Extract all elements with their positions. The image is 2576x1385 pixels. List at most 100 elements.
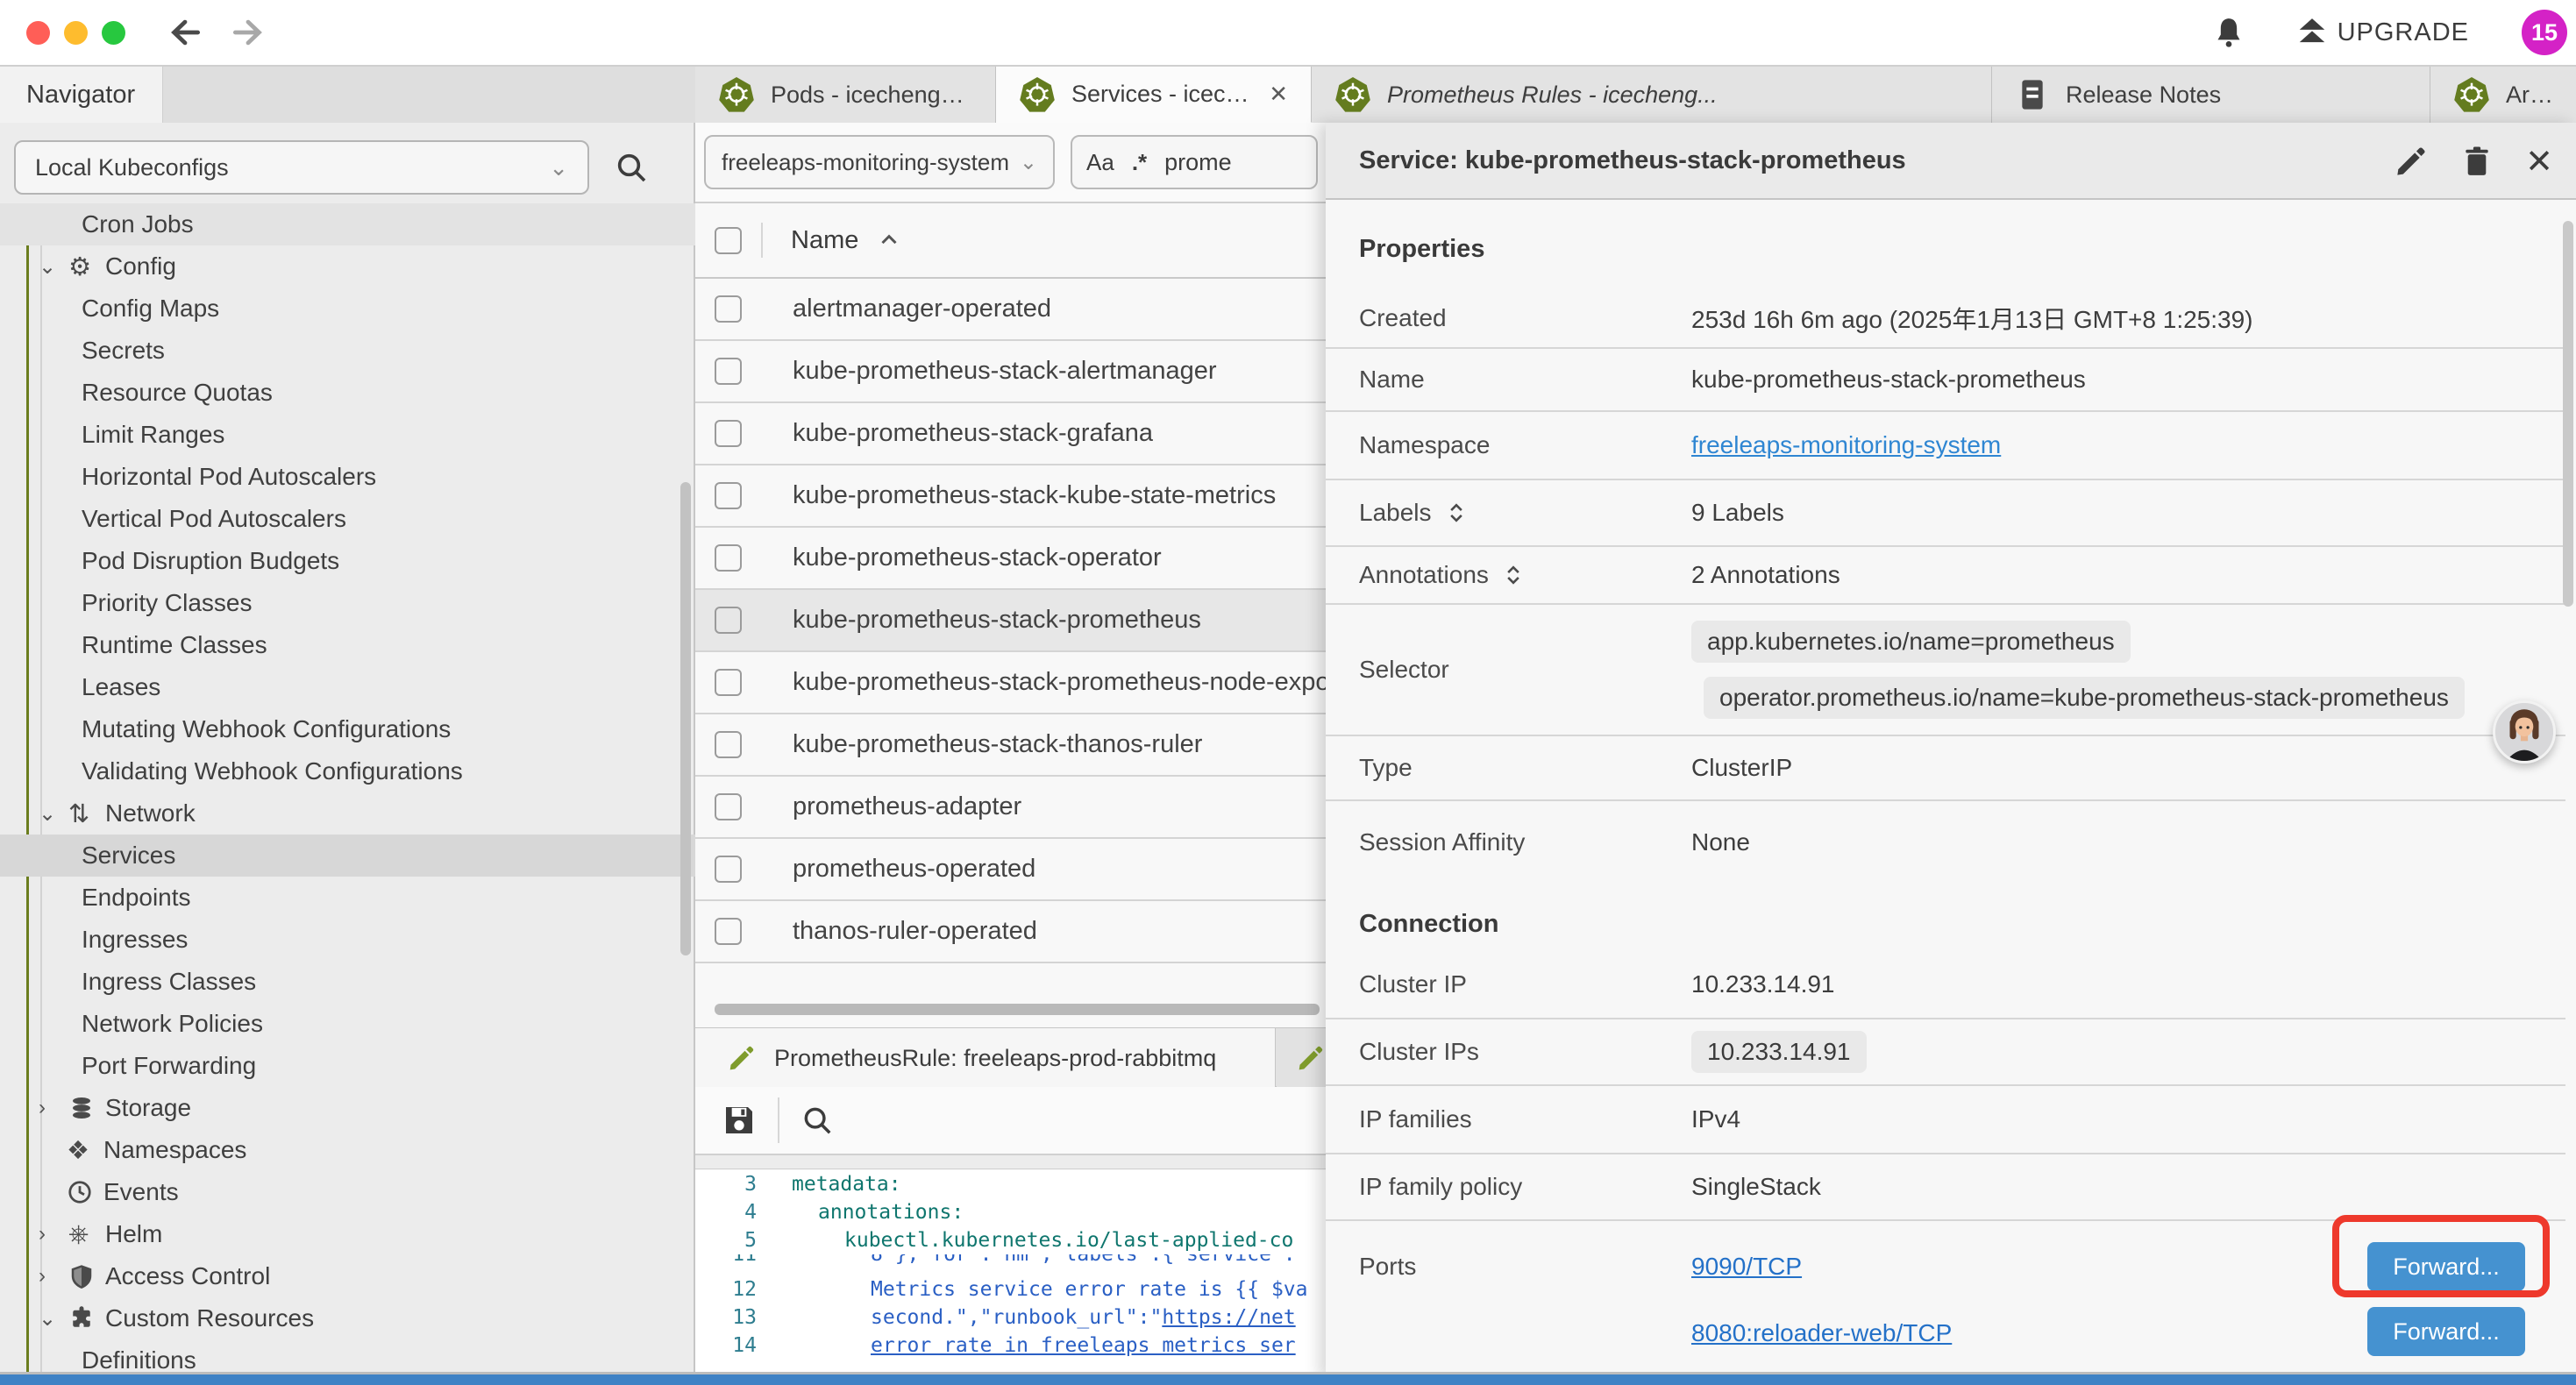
- table-row[interactable]: kube-prometheus-stack-thanos-ruler: [695, 714, 1326, 777]
- forward-port-8080-button[interactable]: Forward...: [2367, 1307, 2525, 1356]
- tab-release-notes[interactable]: Release Notes: [1992, 67, 2430, 123]
- row-checkbox[interactable]: [715, 731, 742, 758]
- port-8080-link[interactable]: 8080:reloader-web/TCP: [1691, 1319, 1952, 1347]
- sidebar-item-config-maps[interactable]: Config Maps: [0, 288, 695, 330]
- namespace-selector[interactable]: freeleaps-monitoring-system ⌄: [704, 135, 1055, 189]
- sidebar-item-vertical-pod-autoscalers[interactable]: Vertical Pod Autoscalers: [0, 498, 695, 540]
- tab-services[interactable]: Services - icecheng@math... ✕: [996, 67, 1312, 123]
- row-checkbox[interactable]: [715, 420, 742, 447]
- tab-pods[interactable]: Pods - icecheng@mathmas...: [695, 67, 996, 123]
- sidebar-item-secrets[interactable]: Secrets: [0, 330, 695, 372]
- row-checkbox[interactable]: [715, 295, 742, 323]
- save-icon[interactable]: [722, 1103, 757, 1138]
- table-row[interactable]: kube-prometheus-stack-alertmanager: [695, 341, 1326, 403]
- table-row[interactable]: kube-prometheus-stack-prometheus-node-ex…: [695, 652, 1326, 714]
- tab-prometheus-rules[interactable]: Prometheus Rules - icecheng...: [1312, 67, 1992, 123]
- traffic-light-zoom[interactable]: [102, 21, 125, 45]
- name-column-header[interactable]: Name: [791, 226, 858, 255]
- close-panel-icon[interactable]: ✕: [2525, 142, 2553, 181]
- sidebar-item-limit-ranges[interactable]: Limit Ranges: [0, 414, 695, 456]
- editor-search-icon[interactable]: [801, 1104, 834, 1137]
- notification-count-badge[interactable]: 15: [2522, 10, 2567, 55]
- traffic-light-minimize[interactable]: [64, 21, 88, 45]
- sidebar-item-runtime-classes[interactable]: Runtime Classes: [0, 624, 695, 666]
- navigator-panel-tab[interactable]: Navigator: [0, 67, 163, 123]
- filter-input[interactable]: Aa .* prome: [1071, 135, 1318, 189]
- kubernetes-icon: [1334, 76, 1371, 113]
- sidebar-item-endpoints[interactable]: Endpoints: [0, 877, 695, 919]
- regex-toggle[interactable]: .*: [1132, 149, 1147, 176]
- sidebar-group-helm[interactable]: › ⎈ Helm: [0, 1213, 695, 1255]
- row-checkbox[interactable]: [715, 793, 742, 820]
- row-checkbox[interactable]: [715, 918, 742, 945]
- sidebar-group-storage[interactable]: › Storage: [0, 1087, 695, 1129]
- tab-argo[interactable]: Argo Se: [2430, 67, 2576, 123]
- sidebar-item-services[interactable]: Services: [0, 835, 695, 877]
- row-checkbox[interactable]: [715, 358, 742, 385]
- editor-tab-partial[interactable]: [1277, 1028, 1326, 1088]
- upgrade-button[interactable]: UPGRADE: [2295, 16, 2469, 49]
- editor-tab-strip: PrometheusRule: freeleaps-prod-rabbitmq: [695, 1027, 1326, 1087]
- sidebar-item-validating-webhook-configurations[interactable]: Validating Webhook Configurations: [0, 750, 695, 792]
- expand-annotations-icon[interactable]: [1501, 563, 1526, 587]
- match-case-toggle[interactable]: Aa: [1086, 149, 1114, 176]
- forward-arrow-icon[interactable]: [229, 13, 267, 52]
- editor-tab-prometheusrule[interactable]: PrometheusRule: freeleaps-prod-rabbitmq: [695, 1028, 1276, 1088]
- table-row-selected[interactable]: kube-prometheus-stack-prometheus: [695, 590, 1326, 652]
- table-row[interactable]: thanos-ruler-operated: [695, 901, 1326, 963]
- sidebar-item-namespaces[interactable]: ❖ Namespaces: [0, 1129, 695, 1171]
- table-row[interactable]: kube-prometheus-stack-operator: [695, 528, 1326, 590]
- sidebar-group-network[interactable]: ⌄ ⇅ Network: [0, 792, 695, 835]
- notifications-bell-icon[interactable]: [2211, 15, 2246, 50]
- labels-row: Labels 9 Labels: [1326, 480, 2565, 547]
- sidebar-item-resource-quotas[interactable]: Resource Quotas: [0, 372, 695, 414]
- yaml-editor[interactable]: 3metadata: 4annotations: 5kubectl.kubern…: [695, 1170, 1326, 1379]
- code-link[interactable]: https://net: [1162, 1306, 1295, 1329]
- row-checkbox[interactable]: [715, 482, 742, 509]
- row-checkbox[interactable]: [715, 669, 742, 696]
- sidebar-item-pod-disruption-budgets[interactable]: Pod Disruption Budgets: [0, 540, 695, 582]
- details-header: Service: kube-prometheus-stack-prometheu…: [1326, 123, 2576, 200]
- port-9090-link[interactable]: 9090/TCP: [1691, 1253, 1952, 1281]
- horizontal-scrollbar[interactable]: [715, 1004, 1320, 1015]
- namespace-link[interactable]: freeleaps-monitoring-system: [1691, 431, 2001, 459]
- row-checkbox[interactable]: [715, 544, 742, 572]
- sidebar-group-config[interactable]: ⌄ ⚙ Config: [0, 245, 695, 288]
- chevron-down-icon: ⌄: [39, 801, 68, 827]
- sidebar-item-network-policies[interactable]: Network Policies: [0, 1003, 695, 1045]
- table-row[interactable]: alertmanager-operated: [695, 279, 1326, 341]
- sidebar-item-ingresses[interactable]: Ingresses: [0, 919, 695, 961]
- table-row[interactable]: kube-prometheus-stack-kube-state-metrics: [695, 465, 1326, 528]
- details-scrollbar[interactable]: [2563, 221, 2573, 607]
- chevron-right-icon: ›: [39, 1264, 68, 1289]
- sidebar-group-access-control[interactable]: › Access Control: [0, 1255, 695, 1297]
- expand-labels-icon[interactable]: [1444, 501, 1469, 525]
- sidebar-search-icon[interactable]: [614, 150, 649, 185]
- sidebar-item-horizontal-pod-autoscalers[interactable]: Horizontal Pod Autoscalers: [0, 456, 695, 498]
- sidebar-item-ingress-classes[interactable]: Ingress Classes: [0, 961, 695, 1003]
- traffic-light-close[interactable]: [26, 21, 50, 45]
- table-row[interactable]: prometheus-operated: [695, 839, 1326, 901]
- sort-ascending-icon[interactable]: [876, 227, 902, 253]
- row-checkbox[interactable]: [715, 607, 742, 634]
- select-all-checkbox[interactable]: [715, 227, 742, 254]
- close-tab-icon[interactable]: ✕: [1269, 81, 1288, 108]
- sidebar-item-port-forwarding[interactable]: Port Forwarding: [0, 1045, 695, 1087]
- sidebar-item-cron-jobs[interactable]: Cron Jobs: [0, 203, 695, 245]
- back-arrow-icon[interactable]: [166, 13, 204, 52]
- delete-trash-icon[interactable]: [2460, 145, 2494, 178]
- avatar-image: [2495, 703, 2553, 761]
- sidebar-scrollbar[interactable]: [680, 482, 691, 955]
- sidebar-item-events[interactable]: Events: [0, 1171, 695, 1213]
- row-checkbox[interactable]: [715, 856, 742, 883]
- kubeconfig-selector[interactable]: Local Kubeconfigs ⌄: [14, 140, 589, 195]
- table-row[interactable]: kube-prometheus-stack-grafana: [695, 403, 1326, 465]
- sidebar-item-priority-classes[interactable]: Priority Classes: [0, 582, 695, 624]
- sidebar-item-leases[interactable]: Leases: [0, 666, 695, 708]
- assistant-avatar[interactable]: [2493, 700, 2556, 764]
- edit-pencil-icon[interactable]: [2394, 144, 2429, 179]
- editor-separator: [695, 1155, 1326, 1169]
- table-row[interactable]: prometheus-adapter: [695, 777, 1326, 839]
- sidebar-group-custom-resources[interactable]: ⌄ Custom Resources: [0, 1297, 695, 1339]
- sidebar-item-mutating-webhook-configurations[interactable]: Mutating Webhook Configurations: [0, 708, 695, 750]
